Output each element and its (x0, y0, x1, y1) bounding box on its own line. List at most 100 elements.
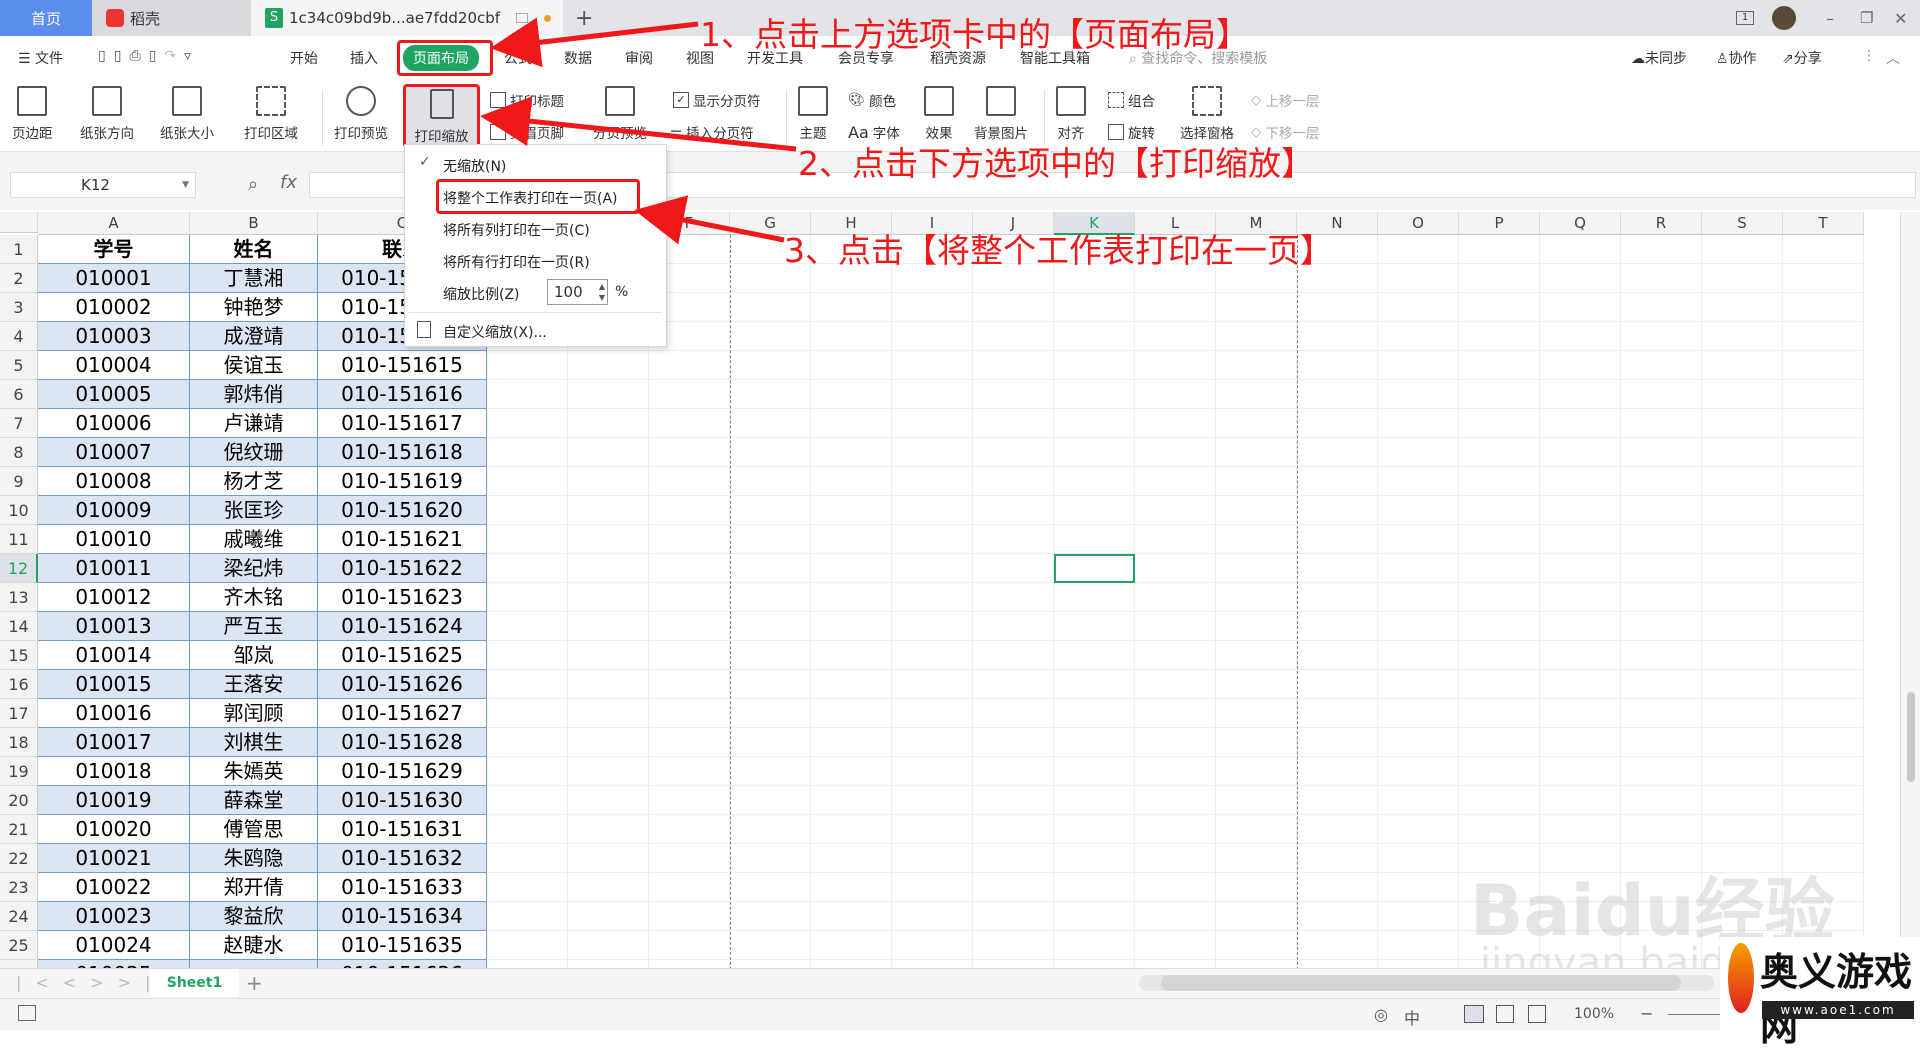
scroll-thumb[interactable] (1161, 975, 1681, 991)
sheet-nav-arrows[interactable]: |<<>>| (16, 973, 164, 992)
table-cell[interactable]: 赵睫水 (190, 931, 318, 960)
first-sheet-icon[interactable]: |< (16, 973, 63, 992)
table-cell[interactable]: 010-151629 (318, 757, 487, 786)
row-header[interactable]: 15 (0, 641, 38, 670)
table-cell[interactable]: 010008 (38, 467, 190, 496)
table-cell[interactable]: 梁纪炜 (190, 554, 318, 583)
table-cell[interactable]: 黎益欣 (190, 902, 318, 931)
table-cell[interactable]: 010-151627 (318, 699, 487, 728)
table-cell[interactable]: 010-151625 (318, 641, 487, 670)
row-header[interactable]: 14 (0, 612, 38, 641)
table-cell[interactable]: 010011 (38, 554, 190, 583)
table-cell[interactable]: 邹岚 (190, 641, 318, 670)
table-cell[interactable]: 010-151628 (318, 728, 487, 757)
table-cell[interactable]: 010-151615 (318, 351, 487, 380)
table-cell[interactable]: 010-151620 (318, 496, 487, 525)
normal-view-icon[interactable] (1464, 1005, 1484, 1023)
table-cell[interactable]: 010021 (38, 844, 190, 873)
table-cell[interactable]: 戚曦维 (190, 525, 318, 554)
row-header[interactable]: 11 (0, 525, 38, 554)
row-header[interactable]: 25 (0, 931, 38, 960)
table-cell[interactable]: 010016 (38, 699, 190, 728)
input-method-icon[interactable]: 中 (1404, 1005, 1420, 1029)
table-cell[interactable]: 杨才芝 (190, 467, 318, 496)
row-header[interactable]: 18 (0, 728, 38, 757)
row-header[interactable]: 8 (0, 438, 38, 467)
table-cell[interactable]: 010019 (38, 786, 190, 815)
table-cell[interactable]: 张匡珍 (190, 496, 318, 525)
vertical-scrollbar[interactable] (1900, 212, 1920, 968)
table-cell[interactable]: 010010 (38, 525, 190, 554)
table-cell[interactable]: 010-151619 (318, 467, 487, 496)
row-header[interactable]: 21 (0, 815, 38, 844)
table-cell[interactable]: 010015 (38, 670, 190, 699)
row-header[interactable]: 26 (0, 960, 38, 968)
menu-item-custom-scale[interactable]: 自定义缩放(X)... (443, 322, 547, 342)
row-header[interactable]: 17 (0, 699, 38, 728)
table-cell[interactable]: 严互玉 (190, 612, 318, 641)
table-cell[interactable]: 齐木铭 (190, 583, 318, 612)
row-header[interactable]: 13 (0, 583, 38, 612)
table-cell[interactable]: 010007 (38, 438, 190, 467)
table-cell[interactable]: 010-151626 (318, 670, 487, 699)
add-sheet-button[interactable]: + (246, 971, 263, 995)
table-cell[interactable]: 010017 (38, 728, 190, 757)
table-cell[interactable]: 傅管思 (190, 815, 318, 844)
table-cell[interactable]: 010020 (38, 815, 190, 844)
table-cell[interactable]: 010-151623 (318, 583, 487, 612)
table-cell[interactable]: 010-151616 (318, 380, 487, 409)
table-cell[interactable]: 刘棋生 (190, 728, 318, 757)
table-cell[interactable]: 卢谦靖 (190, 409, 318, 438)
row-header[interactable]: 7 (0, 409, 38, 438)
row-header[interactable]: 12 (0, 554, 38, 583)
zoom-level[interactable]: 100% (1574, 1006, 1614, 1022)
table-cell[interactable]: 010-151618 (318, 438, 487, 467)
next-sheet-icon[interactable]: > (90, 973, 117, 992)
table-cell[interactable]: 010023 (38, 902, 190, 931)
table-cell[interactable]: 郑开倩 (190, 873, 318, 902)
table-cell[interactable]: 010-151636 (318, 960, 487, 968)
table-cell[interactable]: 王落安 (190, 670, 318, 699)
table-cell[interactable]: 010-151617 (318, 409, 487, 438)
table-cell[interactable]: 010012 (38, 583, 190, 612)
prev-sheet-icon[interactable]: < (63, 973, 90, 992)
row-header[interactable]: 22 (0, 844, 38, 873)
row-header[interactable]: 24 (0, 902, 38, 931)
row-header[interactable]: 23 (0, 873, 38, 902)
table-cell[interactable]: 侯谊玉 (190, 351, 318, 380)
table-cell[interactable]: 010004 (38, 351, 190, 380)
table-cell[interactable]: 010-151634 (318, 902, 487, 931)
table-cell[interactable]: 倪纹珊 (190, 438, 318, 467)
table-cell[interactable]: 010022 (38, 873, 190, 902)
table-cell[interactable]: 010018 (38, 757, 190, 786)
table-cell[interactable]: 010-151622 (318, 554, 487, 583)
row-header[interactable]: 20 (0, 786, 38, 815)
table-cell[interactable]: 010005 (38, 380, 190, 409)
zoom-out-button[interactable]: − (1640, 1004, 1653, 1023)
table-cell[interactable]: 朱嫣英 (190, 757, 318, 786)
page-layout-view-icon[interactable] (1496, 1005, 1514, 1023)
horizontal-scrollbar[interactable] (1139, 975, 1714, 991)
table-cell[interactable] (190, 960, 318, 968)
table-cell[interactable]: 010003 (38, 322, 190, 351)
row-header[interactable]: 16 (0, 670, 38, 699)
table-cell[interactable]: 010009 (38, 496, 190, 525)
table-cell[interactable]: 010-151621 (318, 525, 487, 554)
row-header[interactable]: 5 (0, 351, 38, 380)
table-cell[interactable]: 010-151631 (318, 815, 487, 844)
table-cell[interactable]: 010025 (38, 960, 190, 968)
scroll-thumb[interactable] (1907, 692, 1915, 782)
row-header[interactable]: 6 (0, 380, 38, 409)
table-cell[interactable]: 成澄靖 (190, 322, 318, 351)
table-cell[interactable]: 朱鸥隐 (190, 844, 318, 873)
table-cell[interactable]: 郭闰顾 (190, 699, 318, 728)
page-break-view-icon[interactable] (1528, 1005, 1546, 1023)
table-cell[interactable]: 010-151624 (318, 612, 487, 641)
table-cell[interactable]: 010-151632 (318, 844, 487, 873)
table-cell[interactable]: 010-151633 (318, 873, 487, 902)
selected-cell-k12[interactable] (1054, 554, 1135, 583)
table-cell[interactable]: 010006 (38, 409, 190, 438)
table-cell[interactable]: 010013 (38, 612, 190, 641)
zoom-slider[interactable] (1668, 1014, 1728, 1015)
sheet-tab-sheet1[interactable]: Sheet1 (150, 969, 239, 997)
